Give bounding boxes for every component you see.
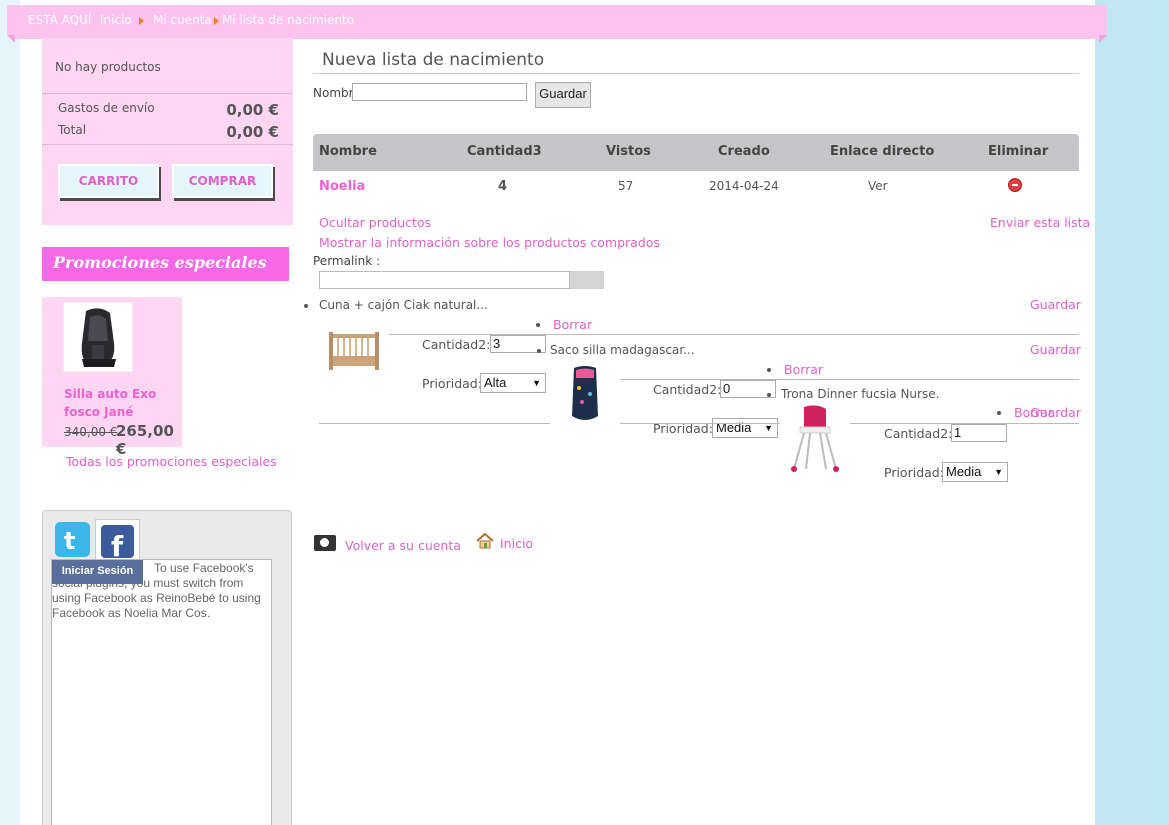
divider	[42, 144, 293, 145]
bullet	[537, 349, 541, 353]
priority-select[interactable]: Media	[942, 462, 1008, 482]
crib-image	[325, 326, 383, 374]
shipping-value: 0,00 €	[226, 101, 279, 119]
breadcrumb-home-link[interactable]: Inicio	[100, 13, 132, 27]
facebook-tab[interactable]: f	[95, 519, 140, 563]
quantity-label: Cantidad2:	[422, 337, 491, 352]
total-label: Total	[58, 123, 87, 137]
show-info-link[interactable]: Mostrar la información sobre los product…	[319, 235, 660, 250]
permalink-input[interactable]	[319, 271, 570, 289]
priority-label: Prioridad:	[422, 376, 482, 391]
bullet	[536, 323, 540, 327]
permalink-label: Permalink :	[313, 254, 381, 268]
delete-icon[interactable]	[1008, 178, 1022, 192]
item-delete-link[interactable]: Borrar	[784, 362, 823, 377]
shipping-label: Gastos de envío	[58, 101, 155, 115]
bullet	[997, 411, 1001, 415]
svg-text:f: f	[111, 530, 124, 558]
svg-text:t: t	[64, 527, 75, 555]
breadcrumb-here: ESTÁ AQUÍ	[28, 13, 92, 27]
list-name-link[interactable]: Noelia	[319, 179, 365, 194]
facebook-panel: To use Facebook's social plugins, you mu…	[51, 559, 272, 825]
sleeping-bag-image	[566, 364, 604, 424]
hide-products-link[interactable]: Ocultar productos	[319, 215, 431, 230]
name-label: Nombre	[313, 86, 353, 100]
facebook-login-button[interactable]: Iniciar Sesión	[52, 560, 143, 584]
item-name: Saco silla madagascar...	[550, 343, 695, 357]
item-delete-link[interactable]: Borrar	[553, 317, 592, 332]
car-seat-image[interactable]	[63, 302, 133, 372]
permalink-button[interactable]	[570, 271, 604, 289]
quantity-input[interactable]: 1	[951, 424, 1007, 442]
account-icon[interactable]	[314, 535, 336, 551]
home-icon[interactable]	[476, 532, 494, 549]
home-link[interactable]: Inicio	[500, 536, 533, 551]
column-header: Enlace directo	[830, 144, 935, 159]
bullet	[767, 393, 771, 397]
breadcrumb-account-link[interactable]: Mi cuenta	[153, 13, 212, 27]
column-header: Nombre	[319, 144, 377, 159]
all-promotions-link[interactable]: Todas los promociones especiales	[66, 454, 277, 469]
quantity-label: Cantidad2:	[653, 382, 722, 397]
column-header: Creado	[718, 144, 770, 159]
arrow-right-icon	[214, 17, 219, 25]
item-delete-link[interactable]: Borrar	[1014, 405, 1053, 420]
item-save-link[interactable]: Guardar	[1030, 342, 1081, 357]
priority-select[interactable]: Media	[712, 418, 778, 438]
breadcrumb-current: Mi lista de nacimiento	[222, 13, 355, 27]
promo-new-price: 265,00 €	[116, 422, 174, 458]
facebook-icon[interactable]: f	[101, 525, 134, 563]
cart-button[interactable]: CARRITO	[58, 164, 159, 198]
item-name: Trona Dinner fucsia Nurse.	[781, 387, 940, 401]
twitter-icon[interactable]: t	[55, 522, 90, 557]
cart-empty-text: No hay productos	[55, 60, 161, 74]
list-quantity: 4	[498, 179, 508, 194]
high-chair-image	[782, 403, 850, 473]
page-title: Nueva lista de nacimiento	[322, 50, 545, 70]
table-header: Nombre Cantidad3 Vistos Creado Enlace di…	[313, 134, 1079, 171]
breadcrumb: ESTÁ AQUÍ Inicio Mi cuenta Mi lista de n…	[7, 5, 1107, 43]
column-header: Cantidad3	[467, 144, 542, 159]
promo-old-price: 340,00 €	[64, 425, 118, 439]
divider	[313, 73, 1079, 74]
priority-select[interactable]: Alta	[480, 373, 546, 393]
promotions-title: Promociones especiales	[42, 247, 289, 281]
name-input[interactable]	[352, 83, 527, 101]
list-created: 2014-04-24	[709, 179, 779, 193]
divider	[620, 423, 780, 424]
item-save-link[interactable]: Guardar	[1030, 297, 1081, 312]
save-button[interactable]: Guardar	[535, 82, 591, 108]
list-views: 57	[618, 179, 634, 193]
social-widget: t f To use Facebook's social plugins, yo…	[42, 510, 292, 825]
bullet	[304, 304, 308, 308]
item-name: Cuna + cajón Ciak natural...	[319, 298, 488, 312]
total-value: 0,00 €	[226, 123, 279, 141]
column-header: Vistos	[606, 144, 651, 159]
buy-button[interactable]: COMPRAR	[172, 164, 273, 198]
divider	[620, 379, 1079, 380]
cart-box: No hay productos Gastos de envío 0,00 € …	[42, 38, 293, 225]
send-list-link[interactable]: Enviar esta lista	[990, 215, 1090, 230]
bullet	[767, 368, 771, 372]
arrow-right-icon	[139, 17, 144, 25]
divider	[42, 93, 293, 94]
divider	[319, 423, 550, 424]
column-header: Eliminar	[988, 144, 1049, 159]
view-link[interactable]: Ver	[868, 179, 888, 193]
priority-label: Prioridad:	[884, 465, 944, 480]
promo-card[interactable]: Silla auto Exo fosco Jané 340,00 € 265,0…	[42, 297, 182, 458]
back-to-account-link[interactable]: Volver a su cuenta	[345, 538, 461, 553]
promo-product-name[interactable]: Silla auto Exo fosco Jané	[64, 385, 174, 421]
quantity-label: Cantidad2:	[884, 426, 953, 441]
